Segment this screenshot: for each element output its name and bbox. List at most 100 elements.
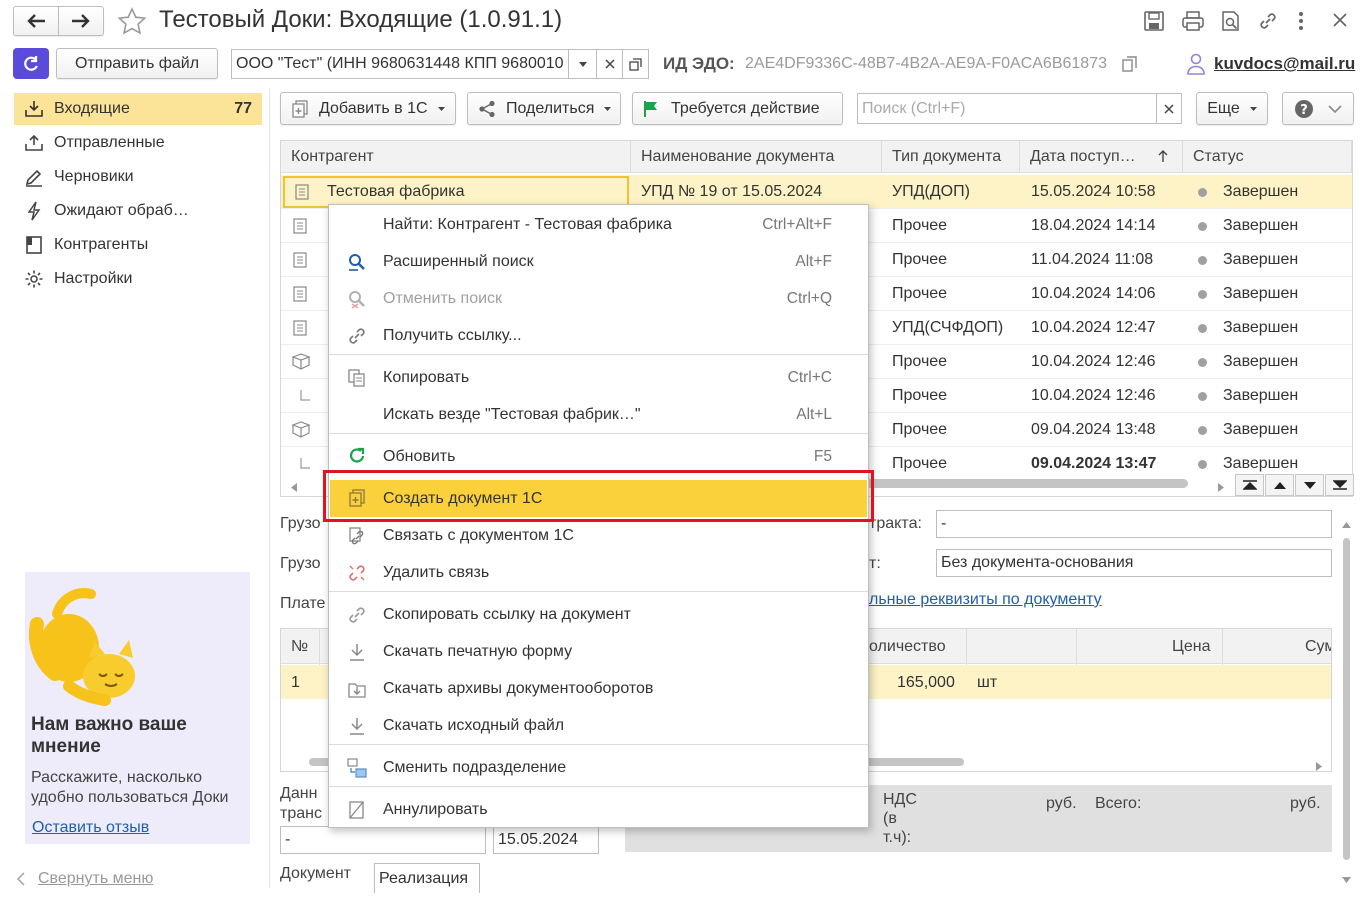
status-label: Завершен <box>1223 285 1299 302</box>
scroll-up-icon[interactable] <box>1342 515 1351 533</box>
sidebar-item-sent[interactable]: Отправленные <box>14 127 262 159</box>
column-header-date[interactable]: Дата поступ… <box>1020 141 1183 173</box>
menu-item-copy[interactable]: Копировать Ctrl+C <box>329 359 868 396</box>
date-cell: 09.04.2024 13:47 <box>1031 455 1157 472</box>
arrow-right-icon <box>72 14 90 28</box>
sidebar-item-counterparties[interactable]: Контрагенты <box>14 229 262 261</box>
contract-label: трактa: <box>869 515 922 532</box>
column-header-counterparty[interactable]: Контрагент <box>281 141 631 173</box>
menu-item-remove-link[interactable]: Удалить связь <box>329 554 868 591</box>
search-input[interactable]: Поиск (Ctrl+F) <box>857 93 1157 124</box>
scroll-right-icon[interactable] <box>1316 758 1322 776</box>
date-cell: 15.05.2024 10:58 <box>1031 183 1156 200</box>
user-email-link[interactable]: kuvdocs@mail.ru <box>1214 54 1355 74</box>
details-scrollbar-thumb[interactable] <box>1343 538 1350 860</box>
menu-item-download-archives[interactable]: Скачать архивы документооборотов <box>329 670 868 707</box>
link-icon <box>349 607 365 623</box>
menu-item-get-link[interactable]: Получить ссылку... <box>329 317 868 354</box>
search-clear-button[interactable] <box>1156 93 1182 124</box>
more-button[interactable]: Еще <box>1196 92 1268 125</box>
package-icon <box>291 421 311 438</box>
menu-item-change-department[interactable]: Сменить подразделение <box>329 749 868 786</box>
incoming-count-badge: 77 <box>234 100 252 117</box>
grid-scrollbar-thumb[interactable] <box>860 479 1188 488</box>
menu-item-refresh[interactable]: Обновить F5 <box>329 438 868 475</box>
doc-type-cell: Прочее <box>892 455 948 472</box>
sidebar-item-drafts[interactable]: Черновики <box>14 161 262 193</box>
link-icon[interactable] <box>1257 10 1279 32</box>
doc-type-cell: УПД(ДОП) <box>892 183 970 200</box>
menu-item-find-counterparty[interactable]: Найти: Контрагент - Тестовая фабрика Ctr… <box>329 206 868 243</box>
status-label: Завершен <box>1223 353 1299 370</box>
send-file-button[interactable]: Отправить файл <box>56 48 218 79</box>
menu-item-search-everywhere[interactable]: Искать везде "Тестовая фабрик…" Alt+L <box>329 396 868 433</box>
menu-item-link-1c-document[interactable]: Связать с документом 1С <box>329 517 868 554</box>
favorite-star-icon[interactable] <box>117 7 147 40</box>
forward-button[interactable] <box>58 6 104 36</box>
status-cell: Завершен <box>1198 345 1298 379</box>
menu-item-download-source-file[interactable]: Скачать исходный файл <box>329 707 868 744</box>
menu-item-cancel-document[interactable]: Аннулировать <box>329 791 868 828</box>
contract-field[interactable]: - <box>936 510 1332 538</box>
save-icon[interactable] <box>1143 10 1165 32</box>
scroll-down-button[interactable] <box>1295 474 1324 496</box>
app-logo[interactable] <box>13 48 49 79</box>
sidebar-item-settings[interactable]: Настройки <box>14 263 262 295</box>
edo-label: ИД ЭДО: <box>663 54 735 73</box>
collapse-menu-label: Свернуть меню <box>38 870 154 887</box>
sidebar-divider <box>269 88 270 888</box>
scroll-left-icon[interactable] <box>291 479 297 497</box>
scroll-to-top-button[interactable] <box>1235 474 1264 496</box>
share-button[interactable]: Поделиться <box>467 92 621 125</box>
feedback-link[interactable]: Оставить отзыв <box>32 819 149 837</box>
double-up-arrow-icon <box>1242 480 1257 490</box>
column-header-doc-type[interactable]: Тип документа <box>882 141 1020 173</box>
items-header-qty: оличество <box>869 638 946 655</box>
arrow-left-icon <box>27 14 45 28</box>
menu-separator <box>329 591 868 592</box>
window-title: Тестовый Доки: Входящие (1.0.91.1) <box>159 6 563 33</box>
add-to-1c-button[interactable]: Добавить в 1С <box>280 92 456 125</box>
column-header-status[interactable]: Статус <box>1183 141 1352 173</box>
menu-item-advanced-search[interactable]: Расширенный поиск Alt+F <box>329 243 868 280</box>
tree-branch-icon <box>300 458 310 469</box>
menu-item-download-print-form[interactable]: Скачать печатную форму <box>329 633 868 670</box>
preview-icon[interactable] <box>1220 10 1242 32</box>
clear-icon <box>1164 103 1174 114</box>
date-field[interactable]: 15.05.2024 <box>493 826 599 854</box>
print-icon[interactable] <box>1181 10 1205 32</box>
menu-item-copy-document-link[interactable]: Скопировать ссылку на документ <box>329 596 868 633</box>
menu-item-cancel-search[interactable]: Отменить поиск Ctrl+Q <box>329 280 868 317</box>
basis-label: т: <box>869 555 881 572</box>
date-cell: 10.04.2024 14:06 <box>1031 285 1156 302</box>
close-window-icon[interactable] <box>1331 11 1349 29</box>
status-label: Завершен <box>1223 217 1299 234</box>
dropdown-arrow-icon <box>604 106 612 111</box>
scroll-to-bottom-button[interactable] <box>1325 474 1354 496</box>
scroll-right-icon[interactable] <box>1218 479 1224 497</box>
scroll-down-icon[interactable] <box>1342 870 1351 888</box>
column-header-doc-name[interactable]: Наименование документа <box>631 141 882 173</box>
copy-edo-icon[interactable] <box>1122 55 1138 78</box>
organization-clear-button[interactable] <box>596 49 623 79</box>
back-button[interactable] <box>13 6 59 36</box>
sidebar-item-pending[interactable]: Ожидают обраб… <box>14 195 262 227</box>
organization-dropdown-button[interactable] <box>568 49 597 79</box>
chevron-down-icon <box>1328 104 1342 113</box>
action-required-button[interactable]: Требуется действие <box>632 92 843 125</box>
copy-icon <box>348 369 365 387</box>
organization-open-button[interactable] <box>622 49 649 79</box>
menu-item-create-1c-document[interactable]: Создать документ 1С <box>330 480 867 517</box>
document-field[interactable]: Реализация <box>374 863 480 893</box>
dropdown-arrow-icon <box>1249 106 1257 111</box>
scroll-up-button[interactable] <box>1265 474 1294 496</box>
transport-field[interactable]: - <box>280 826 486 854</box>
more-vertical-icon[interactable] <box>1296 10 1306 32</box>
collapse-menu-button[interactable]: Свернуть меню <box>16 870 153 888</box>
help-button[interactable]: ? <box>1282 92 1354 125</box>
sidebar-item-incoming[interactable]: Входящие 77 <box>14 93 262 125</box>
basis-field[interactable]: Без документа-основания <box>936 549 1332 577</box>
down-arrow-icon <box>1303 481 1316 489</box>
extra-requisites-link[interactable]: льные реквизиты по документу <box>869 591 1102 609</box>
organization-select[interactable]: ООО "Тест" (ИНН 9680631448 КПП 9680010 <box>231 49 569 79</box>
